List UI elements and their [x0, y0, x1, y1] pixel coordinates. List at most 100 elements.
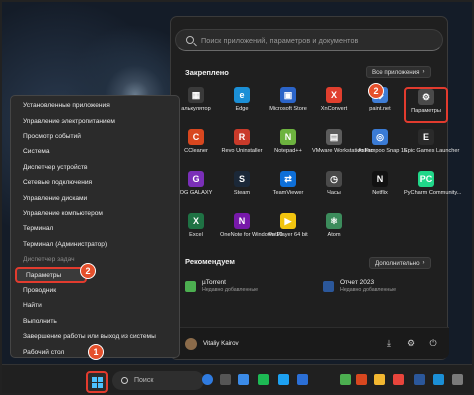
- pinned-app-clock[interactable]: ◷ Часы: [312, 171, 356, 207]
- chrome-icon[interactable]: [393, 374, 404, 385]
- pinned-app-xnconvert[interactable]: X XnConvert: [312, 87, 356, 123]
- context-menu-item-8[interactable]: Терминал: [14, 221, 178, 237]
- pinned-app-store[interactable]: ▣ Microsoft Store: [266, 87, 310, 123]
- copilot-icon[interactable]: [202, 374, 213, 385]
- pinned-app-label: Edge: [235, 106, 249, 112]
- word-icon[interactable]: [414, 374, 425, 385]
- pinned-app-epic-games[interactable]: E Epic Games Launcher: [404, 129, 460, 165]
- pinned-app-label: Часы: [327, 190, 341, 196]
- edge-icon[interactable]: [433, 374, 444, 385]
- context-menu-item-9[interactable]: Терминал (Администратор): [14, 237, 178, 253]
- start-button[interactable]: [86, 371, 108, 393]
- word-document-icon: [323, 280, 334, 292]
- store-icon: ▣: [280, 87, 296, 103]
- steam-icon: S: [234, 171, 250, 187]
- avatar[interactable]: [185, 337, 197, 350]
- user-name[interactable]: Vitaliy Kairov: [203, 340, 383, 347]
- pinned-app-pycharm[interactable]: PC PyCharm Community...: [404, 171, 461, 207]
- context-menu-item-12[interactable]: Проводник: [14, 283, 178, 299]
- pinned-app-label: Ashampoo Snap 15: [358, 148, 408, 154]
- ccleaner-icon[interactable]: [356, 374, 367, 385]
- excel-icon: X: [188, 213, 204, 229]
- recommended-item-name: Отчет 2023: [340, 279, 375, 286]
- photos-icon[interactable]: [452, 374, 463, 385]
- start-search-placeholder: Поиск приложений, параметров и документо…: [201, 35, 359, 45]
- callout-badge-2: 2: [368, 83, 384, 99]
- pinned-app-notepadpp[interactable]: N Notepad++: [266, 129, 310, 165]
- recommended-item-utorrent[interactable]: µTorrent Недавно добавленные: [185, 276, 335, 296]
- context-menu-item-0[interactable]: Установленные приложения: [14, 98, 178, 114]
- pinned-app-edge[interactable]: e Edge: [220, 87, 264, 123]
- gog-galaxy-icon: G: [188, 171, 204, 187]
- pinned-app-label: paint.net: [369, 106, 391, 112]
- tasks-icon[interactable]: [297, 374, 308, 385]
- more-button[interactable]: Дополнительно ›: [369, 257, 431, 269]
- context-menu-item-3[interactable]: Система: [14, 144, 178, 160]
- ashampoo-snap-icon: ◎: [372, 129, 388, 145]
- pinned-app-label: PotPlayer 64 bit: [268, 232, 308, 238]
- context-menu-item-11[interactable]: Параметры: [15, 267, 87, 283]
- teamviewer-icon: ⇄: [280, 171, 296, 187]
- pinned-app-label: VMware Workstation Pro: [312, 148, 374, 154]
- xnconvert-icon: X: [326, 87, 342, 103]
- pinned-app-calculator[interactable]: ▦ алькулятор: [174, 87, 218, 123]
- pinned-app-label: Epic Games Launcher: [404, 148, 460, 154]
- pinned-app-label: Steam: [233, 190, 251, 196]
- recommended-item-document[interactable]: Отчет 2023 Недавно добавленные: [323, 276, 443, 296]
- utorrent-icon: [185, 280, 196, 292]
- all-apps-button[interactable]: Все приложения ›: [366, 66, 431, 78]
- taskbar-search-label: Поиск: [134, 377, 154, 384]
- pinned-app-label: XnConvert: [320, 106, 348, 112]
- taskbar-search[interactable]: Поиск: [112, 371, 204, 390]
- vmware-icon: ▤: [326, 129, 342, 145]
- pinned-app-gog-galaxy[interactable]: G OG GALAXY: [174, 171, 218, 207]
- calculator-icon: ▦: [188, 87, 204, 103]
- context-menu-item-2[interactable]: Просмотр событий: [14, 129, 178, 145]
- windows-logo-icon: [91, 376, 97, 382]
- context-menu-item-4[interactable]: Диспетчер устройств: [14, 160, 178, 176]
- pinned-app-atom[interactable]: ⚛ Atom: [312, 213, 356, 249]
- pinned-app-revo-uninstaller[interactable]: R Revo Uninstaller: [220, 129, 264, 165]
- pinned-app-excel[interactable]: X Excel: [174, 213, 218, 249]
- recommended-item-sub: Недавно добавленные: [340, 287, 397, 293]
- context-menu-item-13[interactable]: Найти: [14, 298, 178, 314]
- context-menu-item-15[interactable]: Завершение работы или выход из системы: [14, 329, 178, 345]
- pinned-app-label: Revo Uninstaller: [221, 148, 263, 154]
- context-menu-item-5[interactable]: Сетевые подключения: [14, 175, 178, 191]
- power-icon[interactable]: ⏻: [427, 338, 439, 350]
- pinned-app-steam[interactable]: S Steam: [220, 171, 264, 207]
- settings-gear-icon[interactable]: ⚙: [405, 338, 417, 350]
- start-footer: Vitaliy Kairov ⤓ ⚙ ⏻: [171, 327, 449, 359]
- spotify-icon[interactable]: [258, 374, 269, 385]
- download-icon[interactable]: ⤓: [383, 338, 395, 350]
- atom-icon: ⚛: [326, 213, 342, 229]
- pinned-app-teamviewer[interactable]: ⇄ TeamViewer: [266, 171, 310, 207]
- context-menu-item-6[interactable]: Управление дисками: [14, 190, 178, 206]
- pinned-app-settings-gear[interactable]: ⚙ Параметры: [404, 87, 448, 123]
- pinned-title: Закреплено: [185, 68, 229, 77]
- pinned-app-netflix[interactable]: N Netflix: [358, 171, 402, 207]
- notepad-icon[interactable]: [340, 374, 351, 385]
- pinned-app-ccleaner[interactable]: C CCleaner: [174, 129, 218, 165]
- notepadpp-icon: N: [280, 129, 296, 145]
- pinned-app-label: Atom: [327, 232, 341, 238]
- epic-games-icon: E: [418, 129, 434, 145]
- pinned-app-label: Microsoft Store: [269, 106, 307, 112]
- twitter-icon[interactable]: [278, 374, 289, 385]
- context-menu-item-1[interactable]: Управление электропитанием: [14, 113, 178, 129]
- onenote-icon: N: [234, 213, 250, 229]
- pinned-app-ashampoo-snap[interactable]: ◎ Ashampoo Snap 15: [358, 129, 408, 165]
- pinned-app-potplayer[interactable]: ▶ PotPlayer 64 bit: [266, 213, 310, 249]
- context-menu-item-14[interactable]: Выполнить: [14, 314, 178, 330]
- chevron-right-icon: ›: [422, 69, 425, 75]
- pinned-app-onenote[interactable]: N OneNote for Windows 10: [220, 213, 283, 249]
- file-explorer-icon[interactable]: [374, 374, 385, 385]
- start-search-box[interactable]: Поиск приложений, параметров и документо…: [175, 29, 443, 51]
- context-menu-item-7[interactable]: Управление компьютером: [14, 206, 178, 222]
- recommended-item-sub: Недавно добавленные: [202, 287, 259, 293]
- pinned-app-vmware[interactable]: ▤ VMware Workstation Pro: [312, 129, 374, 165]
- context-menu-item-10[interactable]: Диспетчер задач: [14, 252, 178, 268]
- widgets-icon[interactable]: [238, 374, 249, 385]
- callout-badge-1: 1: [88, 344, 104, 360]
- task-view-icon[interactable]: [220, 374, 231, 385]
